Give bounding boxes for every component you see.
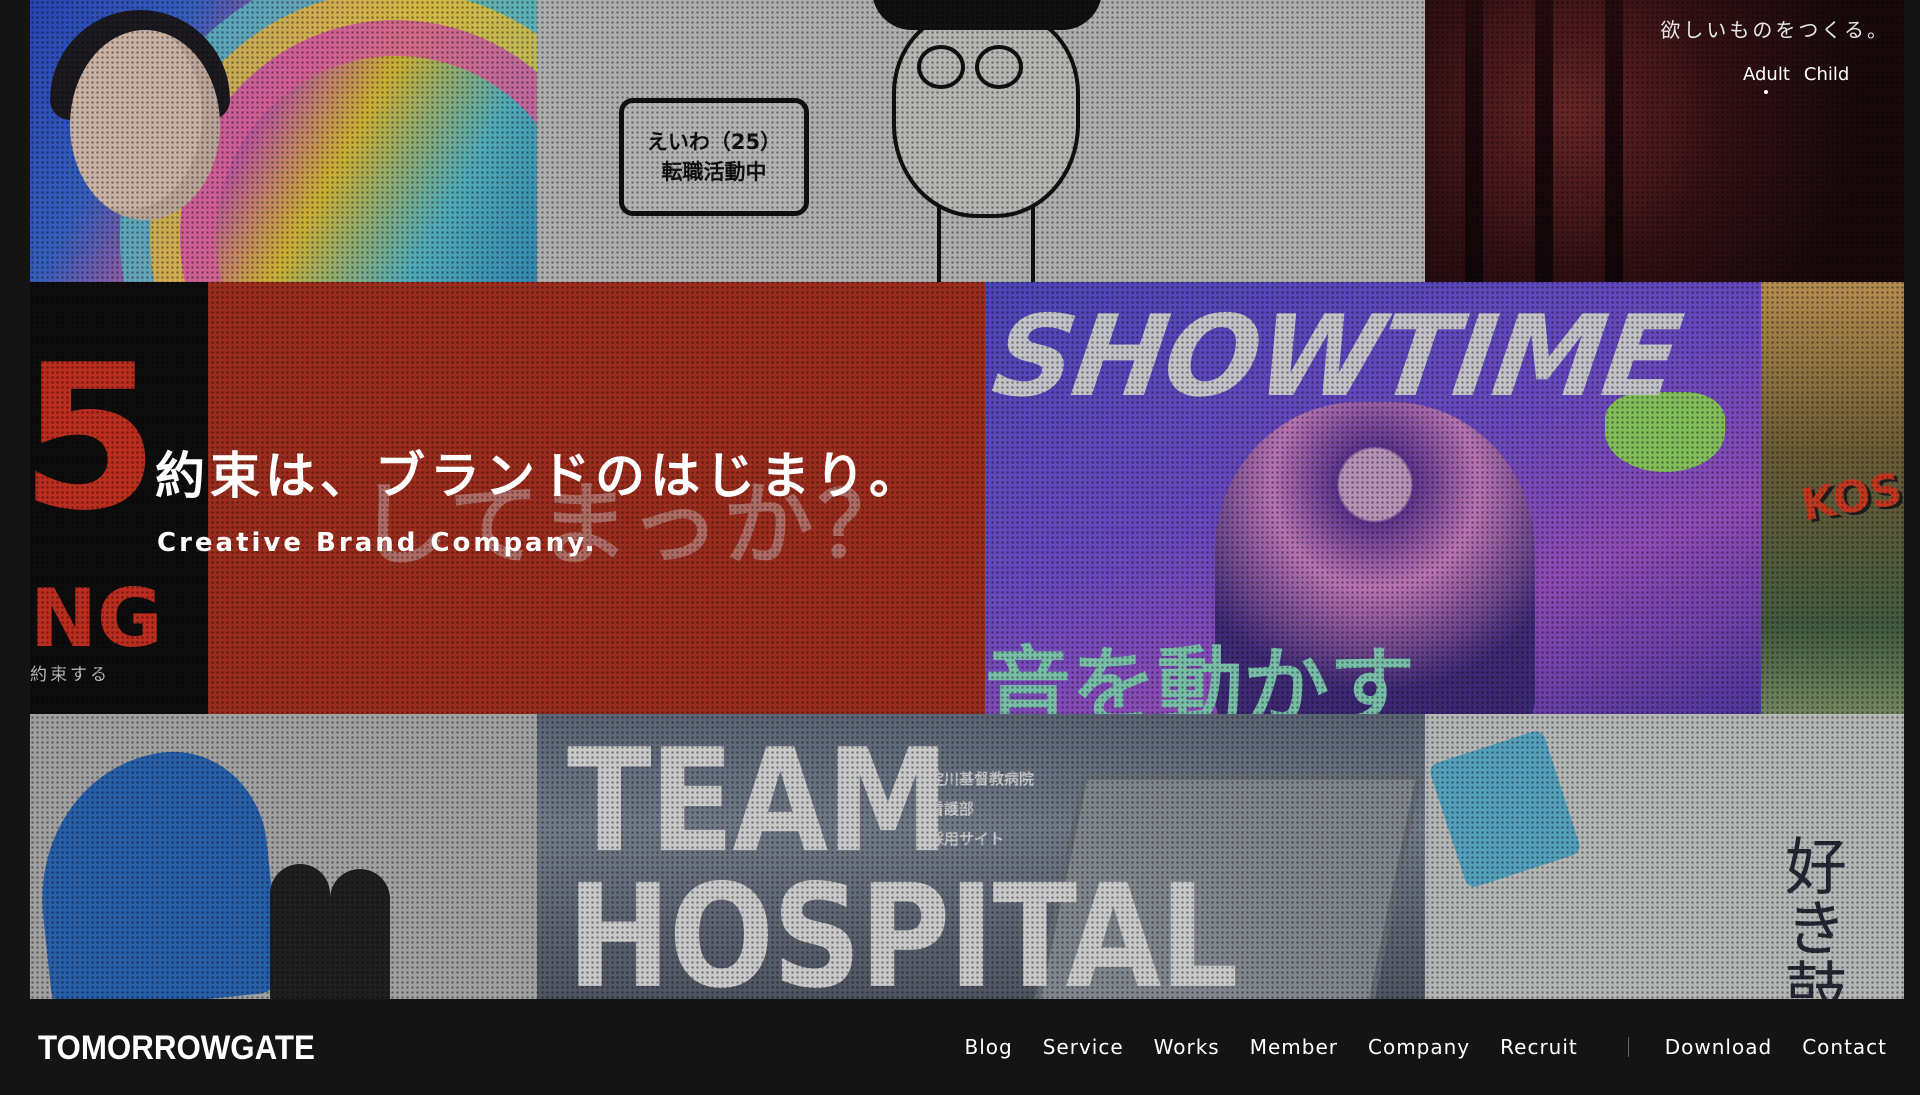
work-tile-showtime[interactable]: SHOWTIME 音を動かす	[985, 282, 1761, 714]
tile-ng-text: NG	[30, 572, 163, 665]
work-tile-sketch[interactable]: 好き鼓動	[1425, 714, 1904, 999]
team-subtitle: 淀川基督教病院 看護部 採用サイト	[929, 764, 1034, 854]
bottom-nav-bar: TOMORROWGATE Blog Service Works Member C…	[0, 999, 1920, 1095]
curtain-stripe	[1535, 0, 1553, 282]
curtain-stripe	[1605, 0, 1623, 282]
work-tile-cartoon[interactable]: えいわ（25） 転職活動中	[537, 0, 1425, 282]
nav-contact[interactable]: Contact	[1802, 1035, 1887, 1059]
tile-kos-text: KOS	[1797, 463, 1904, 532]
team-line-1: TEAM	[567, 719, 950, 885]
hero-headline: 約束は、ブランドのはじまり。	[155, 447, 924, 505]
person-silhouette	[330, 869, 390, 999]
showtime-kanji: 音を動かす	[985, 638, 1415, 714]
cartoon-glasses-left	[917, 45, 965, 89]
mode-adult[interactable]: Adult	[1743, 64, 1790, 94]
sketch-kanji: 好き鼓動	[1774, 834, 1847, 999]
tile-big-number: 5	[30, 322, 160, 555]
work-tile-rainbow[interactable]	[30, 0, 537, 282]
nav-works[interactable]: Works	[1154, 1035, 1220, 1059]
work-tile-blue-cloth[interactable]	[30, 714, 537, 999]
team-sub-2: 看護部	[929, 800, 975, 818]
curtain-stripe	[1465, 0, 1483, 282]
cartoon-speech-bubble: えいわ（25） 転職活動中	[619, 98, 809, 216]
tile-small-text: 約束する	[30, 665, 110, 685]
cartoon-glasses-right	[975, 45, 1023, 89]
team-hospital-title: TEAM HOSPITAL	[567, 719, 1238, 999]
main-nav: Blog Service Works Member Company Recrui…	[935, 1035, 1887, 1059]
nav-service[interactable]: Service	[1043, 1035, 1124, 1059]
nav-divider	[1627, 1037, 1629, 1057]
nav-company[interactable]: Company	[1368, 1035, 1470, 1059]
blue-cloth	[30, 742, 283, 999]
hero-tagline: Creative Brand Company.	[157, 528, 598, 558]
site-logo[interactable]: TOMORROWGATE	[38, 1029, 315, 1068]
blue-sketch-shape	[1427, 728, 1583, 890]
nav-download[interactable]: Download	[1665, 1035, 1772, 1059]
adult-child-switch: Adult Child	[1743, 64, 1849, 94]
work-tile-team-hospital[interactable]: TEAM HOSPITAL 淀川基督教病院 看護部 採用サイト	[537, 714, 1425, 999]
catchphrase: 欲しいものをつくる。	[1660, 18, 1890, 42]
nav-member[interactable]: Member	[1250, 1035, 1338, 1059]
showtime-title: SHOWTIME	[985, 292, 1688, 422]
team-sub-3: 採用サイト	[929, 830, 1005, 848]
mode-child[interactable]: Child	[1804, 64, 1849, 85]
nav-recruit[interactable]: Recruit	[1500, 1035, 1578, 1059]
bubble-line-1: えいわ（25）	[646, 130, 782, 154]
cartoon-hat	[872, 0, 1102, 30]
girl-face	[70, 30, 220, 220]
nav-blog[interactable]: Blog	[965, 1035, 1013, 1059]
team-sub-1: 淀川基督教病院	[929, 770, 1035, 788]
bubble-line-2: 転職活動中	[661, 160, 767, 184]
cartoon-neck	[937, 205, 1035, 282]
work-tile-green[interactable]: KOS	[1761, 282, 1904, 714]
team-line-2: HOSPITAL	[567, 854, 1238, 999]
rainbow-arc	[180, 20, 537, 282]
cartoon-head	[892, 10, 1080, 218]
person-silhouette	[270, 864, 330, 999]
